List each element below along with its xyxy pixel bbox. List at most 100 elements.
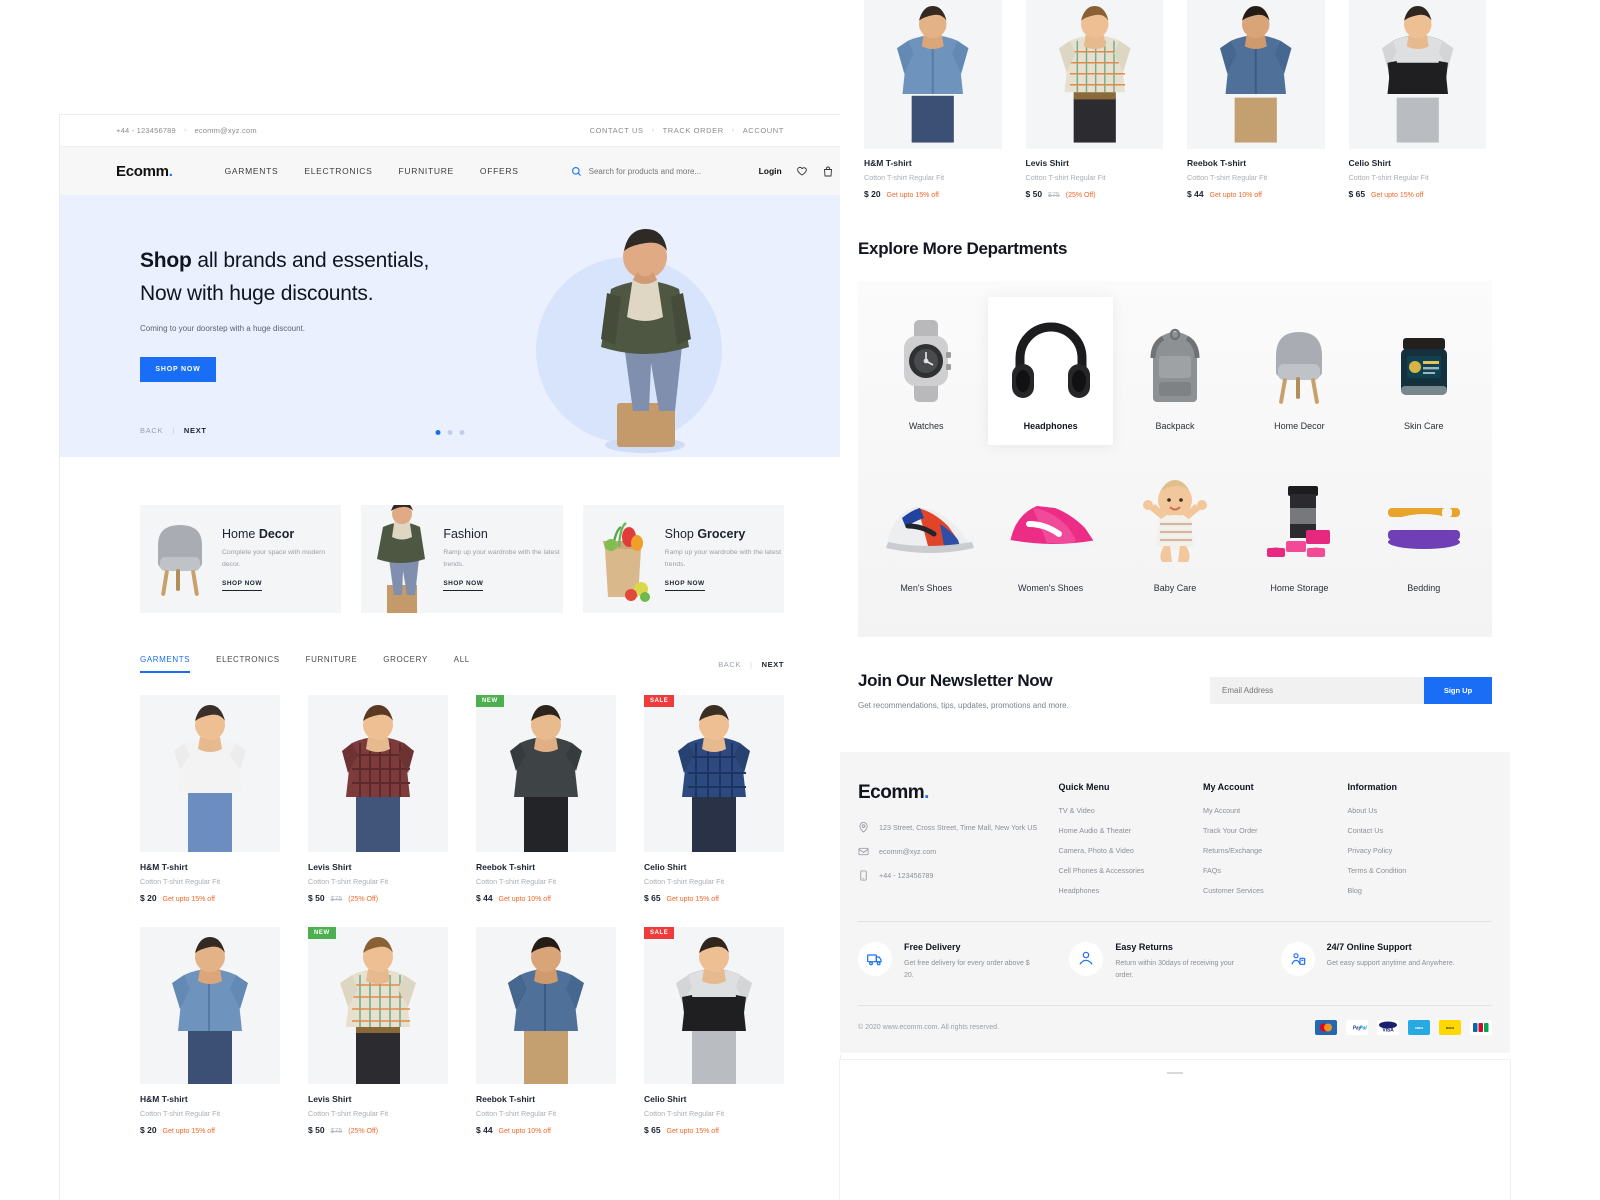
department-baby-care[interactable]: Baby Care [1113, 459, 1237, 607]
category-card-shop-now[interactable]: SHOP NOW [222, 580, 262, 591]
footer-logo[interactable]: Ecomm. [858, 782, 1059, 804]
department-mens-shoes[interactable]: Men's Shoes [864, 459, 988, 607]
topbar-email: ecomm@xyz.com [194, 126, 257, 135]
newsletter-signup-button[interactable]: Sign Up [1424, 677, 1492, 704]
product-name: H&M T-shirt [864, 158, 912, 168]
department-backpack[interactable]: Backpack [1113, 297, 1237, 445]
footer-link[interactable]: Privacy Policy [1348, 846, 1493, 855]
product-card[interactable]: NEW Levis Shirt Cotton T-shirt Regular F… [308, 927, 448, 1135]
product-card[interactable]: Celio Shirt Cotton T-shirt Regular Fit $… [1348, 0, 1486, 199]
footer-link[interactable]: Returns/Exchange [1203, 846, 1348, 855]
product-card[interactable]: Reebok T-shirt Cotton T-shirt Regular Fi… [1187, 0, 1325, 199]
footer-link[interactable]: Customer Services [1203, 886, 1348, 895]
product-name: Levis Shirt [1025, 158, 1069, 168]
footer-link[interactable]: Contact Us [1348, 826, 1493, 835]
product-card[interactable]: SALE Celio Shirt Cotton T-shirt Regular … [644, 927, 784, 1135]
category-card-desc: Complete your space with modern decor. [222, 549, 326, 568]
hero-back-button[interactable]: BACK [140, 426, 163, 435]
shopping-bag-icon[interactable] [822, 165, 834, 178]
footer-link[interactable]: TV & Video [1059, 806, 1204, 815]
department-womens-shoes[interactable]: Women's Shoes [988, 459, 1112, 607]
nav-link-offers[interactable]: OFFERS [480, 166, 519, 176]
pillows-icon [1387, 496, 1460, 549]
footer-link[interactable]: My Account [1203, 806, 1348, 815]
category-card-desc: Ramp up your wardrobe with the latest tr… [664, 549, 782, 568]
product-name: Reebok T-shirt [476, 862, 536, 872]
department-watches[interactable]: Watches [864, 297, 988, 445]
topbar-link-account[interactable]: ACCOUNT [743, 126, 784, 135]
products-next-button[interactable]: NEXT [762, 660, 784, 669]
footer-link[interactable]: Camera, Photo & Video [1059, 846, 1204, 855]
headphones-icon [1011, 322, 1090, 398]
cream-jar-icon [1400, 338, 1447, 395]
products-back-button[interactable]: BACK [718, 660, 741, 669]
nav-link-garments[interactable]: GARMENTS [225, 166, 279, 176]
product-image [140, 695, 280, 852]
footer-link[interactable]: FAQs [1203, 866, 1348, 875]
product-name: H&M T-shirt [140, 1094, 188, 1104]
nav-actions: Login [759, 165, 834, 178]
search-input[interactable] [588, 166, 759, 176]
title-bold: Decor [258, 527, 295, 542]
department-label: Bedding [1407, 583, 1441, 593]
login-button[interactable]: Login [759, 166, 782, 176]
departments-panel: Watches Headphones Backpack Home Decor S… [858, 281, 1492, 637]
product-card[interactable]: H&M T-shirt Cotton T-shirt Regular Fit $… [140, 927, 280, 1135]
department-home-decor[interactable]: Home Decor [1237, 297, 1361, 445]
footer-bottom-bar: © 2020 www.ecomm.com. All rights reserve… [858, 1004, 1492, 1053]
product-card[interactable]: H&M T-shirt Cotton T-shirt Regular Fit $… [140, 695, 280, 903]
department-bedding[interactable]: Bedding [1362, 459, 1486, 607]
product-card[interactable]: Reebok T-shirt Cotton T-shirt Regular Fi… [476, 927, 616, 1135]
tab-electronics[interactable]: ELECTRONICS [216, 655, 280, 673]
footer-link[interactable]: Headphones [1059, 886, 1204, 895]
screenshot-canvas: +44 - 123456789 › ecomm@xyz.com CONTACT … [0, 0, 1600, 1200]
heart-icon[interactable] [796, 165, 808, 178]
product-card[interactable]: Levis Shirt Cotton T-shirt Regular Fit $… [1025, 0, 1163, 199]
category-card-shop-now[interactable]: SHOP NOW [443, 580, 484, 591]
brand-logo[interactable]: Ecomm. [116, 163, 173, 180]
footer-link[interactable]: About Us [1348, 806, 1493, 815]
product-name: Celio Shirt [644, 862, 687, 872]
hero-carousel-dots [435, 430, 465, 435]
footer-link[interactable]: Terms & Condition [1348, 866, 1493, 875]
product-card[interactable]: SALE Celio Shirt Cotton T-shirt Regular … [644, 695, 784, 903]
tab-furniture[interactable]: FURNITURE [306, 655, 358, 673]
product-price-row: $ 20 Get upto 15% off [140, 1125, 280, 1135]
department-skin-care[interactable]: Skin Care [1362, 297, 1486, 445]
footer-link[interactable]: Track Your Order [1203, 826, 1348, 835]
hero-dot-3[interactable] [459, 430, 465, 435]
tab-garments[interactable]: GARMENTS [140, 655, 191, 673]
hero-dot-1[interactable] [435, 430, 441, 435]
footer-link[interactable]: Blog [1348, 886, 1493, 895]
hero-shop-now-button[interactable]: SHOP NOW [140, 357, 216, 383]
tab-grocery[interactable]: GROCERY [383, 655, 428, 673]
product-price: $ 50 [1025, 189, 1043, 199]
hero-next-button[interactable]: NEXT [184, 426, 207, 435]
product-card[interactable]: H&M T-shirt Cotton T-shirt Regular Fit $… [864, 0, 1002, 199]
department-headphones[interactable]: Headphones [988, 297, 1113, 445]
department-home-storage[interactable]: Home Storage [1237, 459, 1361, 607]
tab-all[interactable]: ALL [454, 655, 470, 673]
product-card[interactable]: Levis Shirt Cotton T-shirt Regular Fit $… [308, 695, 448, 903]
nav-link-furniture[interactable]: FURNITURE [399, 166, 454, 176]
search-box[interactable] [571, 166, 759, 177]
category-card-fashion[interactable]: Fashion Ramp up your wardrobe with the l… [361, 505, 563, 613]
product-old-price: $75 [330, 1128, 343, 1135]
nav-link-electronics[interactable]: ELECTRONICS [304, 166, 372, 176]
newsletter-email-input[interactable] [1210, 677, 1424, 704]
footer-link[interactable]: Home Audio & Theater [1059, 826, 1204, 835]
footer-email-text[interactable]: ecomm@xyz.com [879, 847, 936, 856]
product-card[interactable]: NEW Reebok T-shirt Cotton T-shirt Regula… [476, 695, 616, 903]
hero-dot-2[interactable] [447, 430, 453, 435]
title-pre: Shop [664, 527, 698, 542]
category-card-shop-now[interactable]: SHOP NOW [664, 580, 705, 591]
product-badge-new: NEW [308, 927, 336, 939]
category-card-grocery[interactable]: Shop Grocery Ramp up your wardrobe with … [582, 505, 784, 613]
topbar-link-contact-us[interactable]: CONTACT US [590, 126, 644, 135]
topbar-link-track-order[interactable]: TRACK ORDER [663, 126, 724, 135]
category-card-home-decor[interactable]: Home Decor Complete your space with mode… [140, 505, 342, 613]
category-card-text: Fashion Ramp up your wardrobe with the l… [439, 527, 562, 591]
footer-link[interactable]: Cell Phones & Accessories [1059, 866, 1204, 875]
newsletter-form: Sign Up [1210, 677, 1492, 704]
newsletter-section: Join Our Newsletter Now Get recommendati… [858, 671, 1492, 752]
